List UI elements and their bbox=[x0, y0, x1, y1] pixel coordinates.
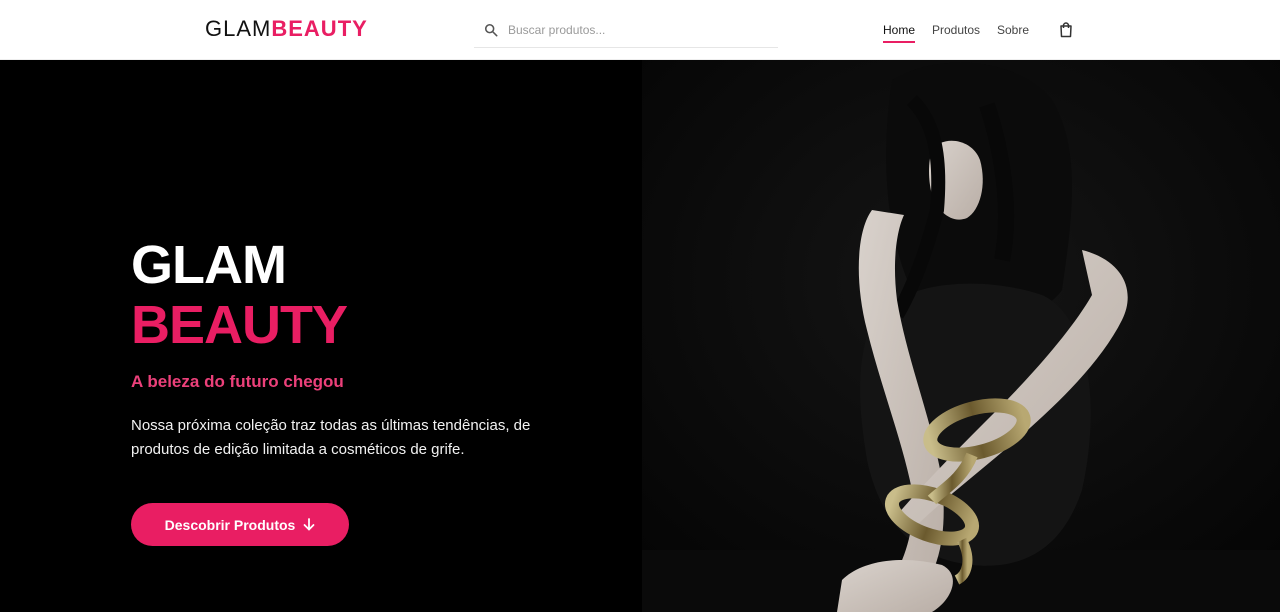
search-input[interactable] bbox=[508, 20, 768, 40]
logo-text-glam: GLAM bbox=[205, 16, 272, 41]
nav-sobre[interactable]: Sobre bbox=[997, 22, 1029, 38]
hero-title-line2: BEAUTY bbox=[131, 295, 348, 355]
cta-label: Descobrir Produtos bbox=[164, 516, 296, 533]
hero-subtitle: A beleza do futuro chegou bbox=[131, 372, 344, 391]
nav-produtos[interactable]: Produtos bbox=[932, 22, 980, 38]
site-header: GLAMBEAUTY Home Produtos Sobre bbox=[0, 0, 1280, 60]
discover-products-button[interactable]: Descobrir Produtos bbox=[131, 503, 349, 546]
nav-home[interactable]: Home bbox=[883, 22, 916, 43]
search-icon[interactable] bbox=[484, 23, 498, 37]
logo[interactable]: GLAMBEAUTY bbox=[205, 16, 368, 42]
hero-description: Nossa próxima coleção traz todas as últi… bbox=[131, 417, 531, 458]
hero-image bbox=[642, 60, 1280, 612]
logo-text-beauty: BEAUTY bbox=[271, 16, 368, 41]
arrow-down-icon bbox=[303, 518, 315, 531]
model-with-snake-photo bbox=[642, 60, 1280, 612]
shopping-bag-icon[interactable] bbox=[1058, 21, 1074, 38]
search-bar bbox=[474, 12, 778, 48]
hero-title-line1: GLAM bbox=[131, 235, 287, 295]
hero-section: GLAM BEAUTY A beleza do futuro chegou No… bbox=[0, 60, 1280, 612]
